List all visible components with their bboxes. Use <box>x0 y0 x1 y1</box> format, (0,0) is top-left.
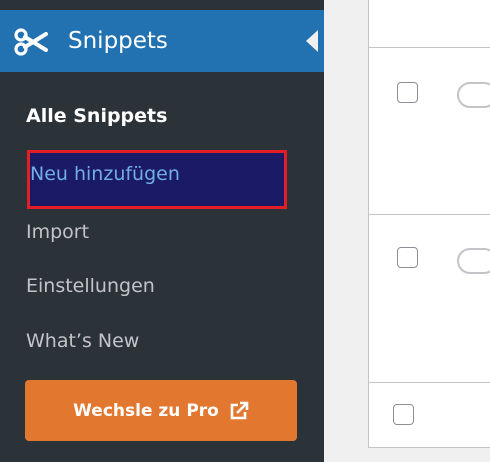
scissors-icon <box>14 28 48 56</box>
row-divider <box>369 47 490 48</box>
row-active-toggle[interactable] <box>457 82 490 108</box>
row-checkbox[interactable] <box>393 404 414 425</box>
row-checkbox[interactable] <box>397 82 418 103</box>
admin-sidebar: Snippets Alle Snippets Neu hinzufügen Im… <box>0 0 324 462</box>
submenu-add-new[interactable]: Neu hinzufügen <box>30 160 180 188</box>
submenu-settings[interactable]: Einstellungen <box>26 272 155 300</box>
snippets-table <box>368 0 490 448</box>
external-link-icon <box>230 401 249 419</box>
submenu-import[interactable]: Import <box>26 218 89 246</box>
submenu-whats-new[interactable]: What’s New <box>26 327 139 355</box>
menu-title: Snippets <box>68 28 168 54</box>
current-menu-arrow <box>306 30 318 52</box>
submenu-all-snippets[interactable]: Alle Snippets <box>26 102 167 130</box>
row-divider <box>369 214 490 215</box>
row-checkbox[interactable] <box>397 247 418 268</box>
row-divider <box>369 382 490 383</box>
row-active-toggle[interactable] <box>457 248 490 274</box>
upgrade-pro-label: Wechsle zu Pro <box>73 400 219 421</box>
menu-snippets[interactable]: Snippets <box>0 10 324 72</box>
upgrade-pro-button[interactable]: Wechsle zu Pro <box>25 380 297 441</box>
